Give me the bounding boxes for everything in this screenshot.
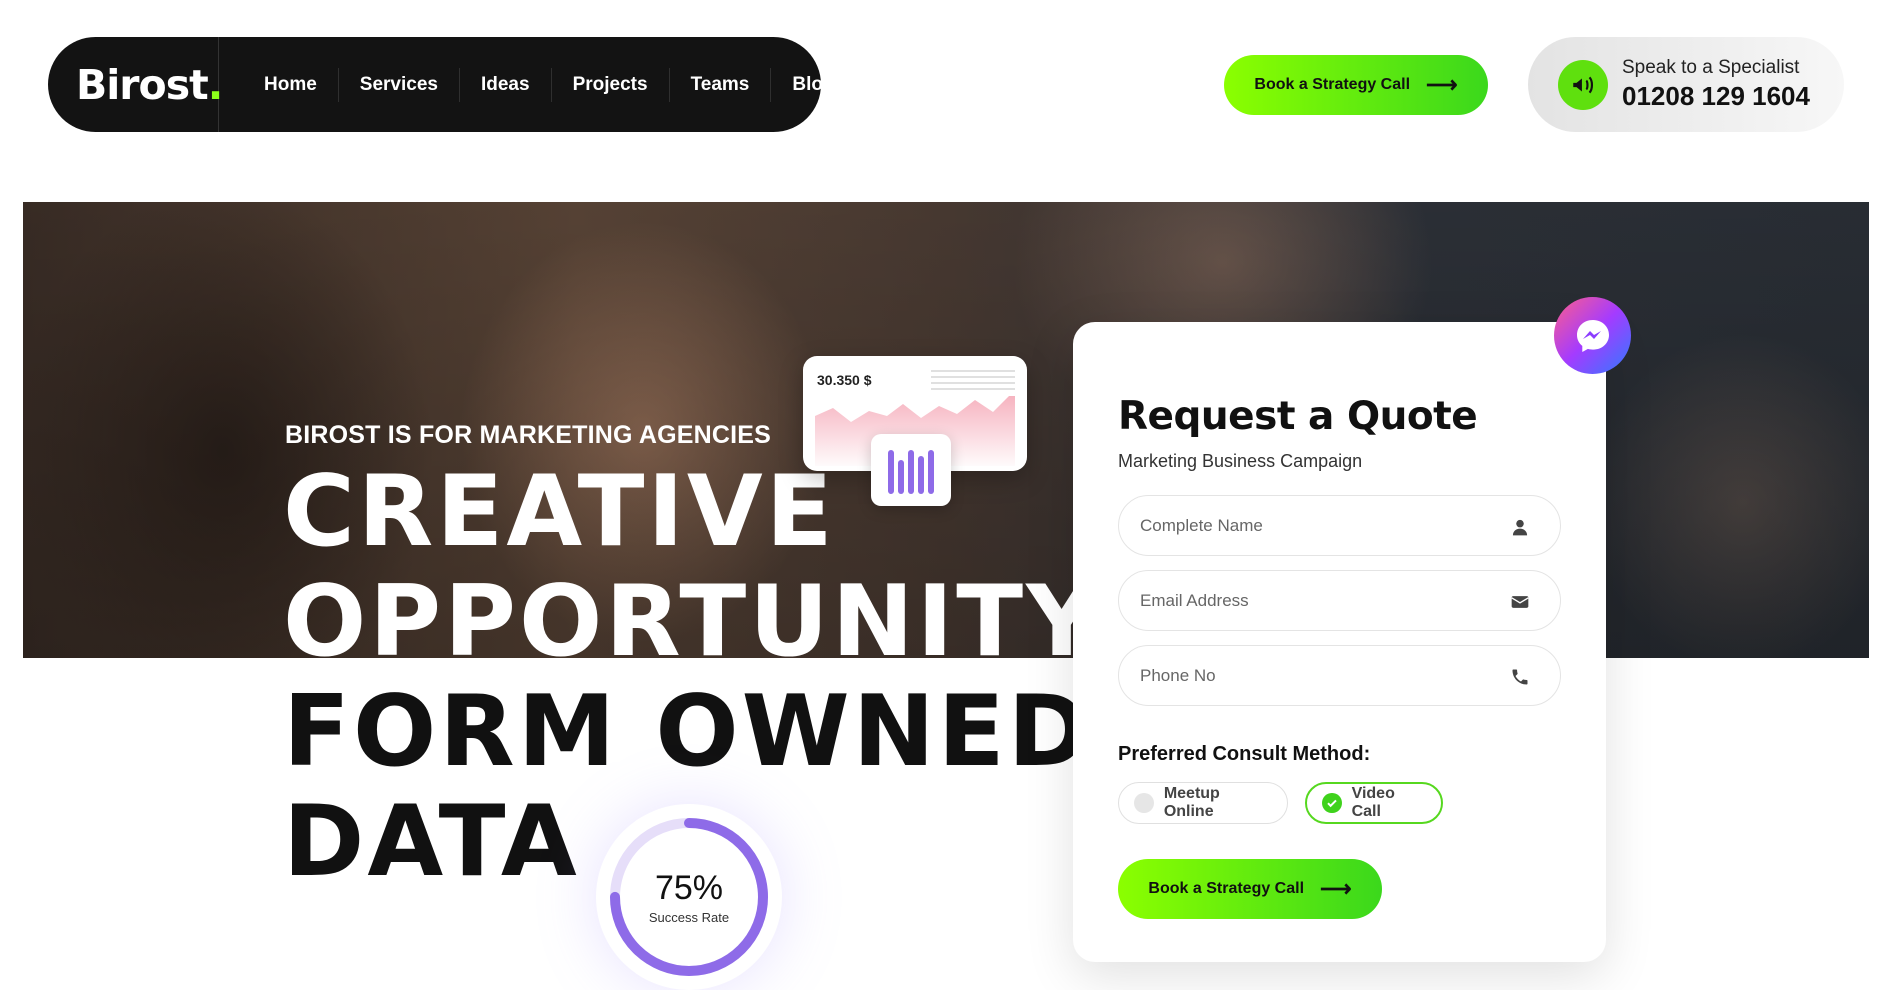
envelope-icon: [1511, 596, 1529, 608]
nav-item-projects[interactable]: Projects: [552, 67, 670, 102]
mini-bar: [898, 460, 904, 494]
bar-chart-mini-card: [871, 434, 951, 506]
phone-input[interactable]: [1119, 646, 1560, 705]
quote-form-title: Request a Quote: [1118, 394, 1478, 439]
user-icon: [1512, 519, 1528, 536]
nav-item-teams[interactable]: Teams: [670, 67, 772, 102]
email-input[interactable]: [1119, 571, 1560, 630]
form-cta-label: Book a Strategy Call: [1148, 880, 1305, 897]
hero-headline-line-1: CREATIVE: [283, 455, 836, 569]
hero-eyebrow: BIROST IS FOR MARKETING AGENCIES: [285, 421, 772, 449]
form-strategy-call-button[interactable]: Book a Strategy Call ⟶: [1118, 859, 1382, 919]
megaphone-icon: [1558, 59, 1608, 110]
phone-field[interactable]: [1118, 645, 1561, 706]
mini-bar: [888, 450, 894, 494]
header-cta-label: Book a Strategy Call: [1254, 76, 1411, 93]
success-rate-label: Success Rate: [648, 910, 730, 925]
nav-menu: Home Services Ideas Projects Teams Blog: [219, 67, 856, 102]
nav-item-blog[interactable]: Blog: [771, 68, 855, 102]
specialist-contact[interactable]: Speak to a Specialist 01208 129 1604: [1528, 37, 1844, 132]
arrow-right-icon: ⟶: [1426, 72, 1458, 97]
hero-headline-line-2: OPPORTUNITY: [283, 565, 1101, 679]
name-input[interactable]: [1119, 496, 1560, 555]
arrow-right-icon: ⟶: [1320, 876, 1352, 901]
mini-bar: [908, 450, 914, 494]
check-circle-icon: [1322, 793, 1342, 813]
quote-form-subtitle: Marketing Business Campaign: [1118, 451, 1363, 471]
specialist-text: Speak to a Specialist 01208 129 1604: [1622, 57, 1810, 112]
consult-method-label: Preferred Consult Method:: [1118, 743, 1371, 765]
nav-item-home[interactable]: Home: [243, 67, 339, 102]
brand-name: Birost: [76, 60, 209, 109]
header-strategy-call-button[interactable]: Book a Strategy Call ⟶: [1224, 55, 1488, 115]
specialist-phone[interactable]: 01208 129 1604: [1622, 81, 1810, 112]
method-meetup-online-radio[interactable]: Meetup Online: [1118, 782, 1288, 824]
hero-headline-line-3: FORM OWNED: [283, 675, 1093, 789]
phone-icon: [1512, 669, 1528, 685]
method-video-call-label: Video Call: [1351, 785, 1395, 820]
hero-headline-line-4: DATA: [283, 785, 580, 899]
brand-logo[interactable]: Birost.: [48, 37, 223, 132]
success-rate-gauge: 75% Success Rate: [596, 804, 782, 990]
specialist-label: Speak to a Specialist: [1622, 57, 1800, 78]
email-field[interactable]: [1118, 570, 1561, 631]
method-video-call-radio[interactable]: Video Call: [1305, 782, 1443, 824]
request-quote-form: Request a Quote Marketing Business Campa…: [1073, 322, 1606, 962]
nav-item-services[interactable]: Services: [339, 67, 460, 102]
method-meetup-online-label: Meetup Online: [1163, 785, 1220, 820]
nav-item-ideas[interactable]: Ideas: [460, 67, 552, 102]
name-field[interactable]: [1118, 495, 1561, 556]
radio-unchecked-icon: [1134, 793, 1154, 813]
mini-bar: [928, 450, 934, 494]
main-nav-bar: Birost. Home Services Ideas Projects Tea…: [48, 37, 835, 132]
mini-bar: [918, 456, 924, 494]
success-rate-value: 75%: [654, 869, 724, 907]
messenger-icon[interactable]: [1554, 297, 1631, 374]
